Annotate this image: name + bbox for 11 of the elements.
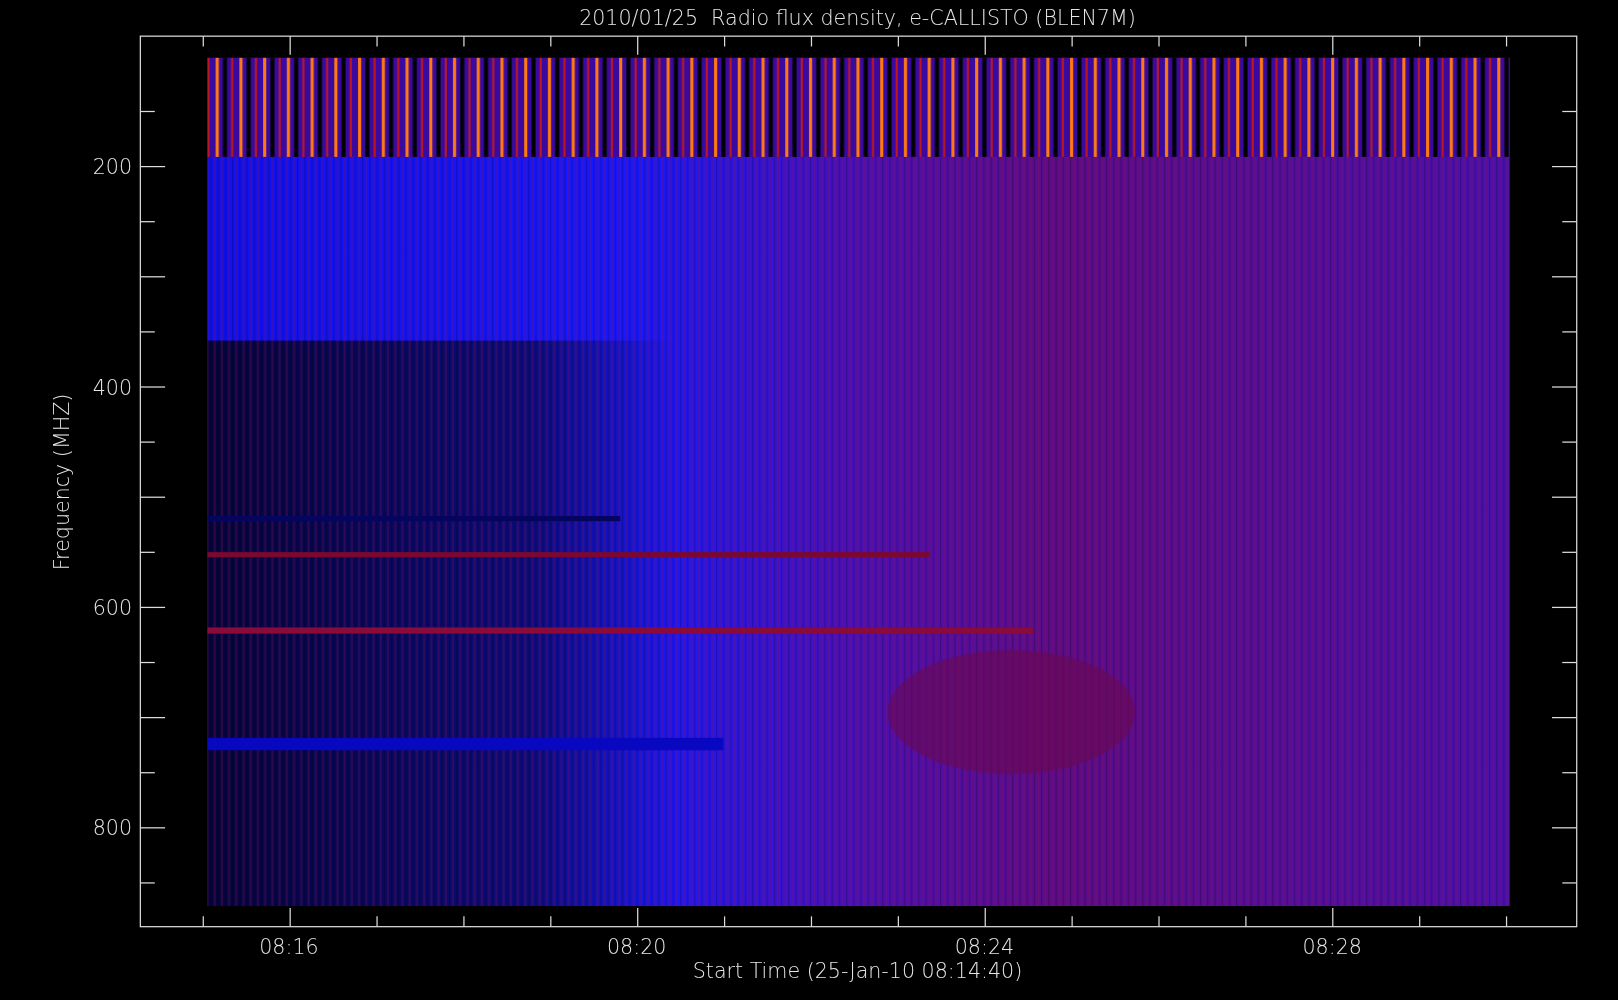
y-tick-label: 200 — [92, 155, 133, 180]
x-tick-label: 08:24 — [954, 934, 1015, 959]
y-tick-label: 400 — [92, 375, 133, 400]
x-tick-label: 08:20 — [606, 934, 667, 959]
x-axis-label: Start Time (25-Jan-10 08:14:40) — [692, 959, 1023, 984]
x-tick-label: 08:28 — [1302, 934, 1362, 959]
y-tick-label: 800 — [92, 816, 133, 841]
y-tick-label: 600 — [92, 596, 133, 621]
y-axis-label: Frequency (MHZ) — [50, 393, 75, 571]
plot-title: 2010/01/25 Radio flux density, e-CALLISTO (BLEN7M) — [579, 5, 1136, 30]
x-tick-label: 08:16 — [259, 934, 319, 959]
